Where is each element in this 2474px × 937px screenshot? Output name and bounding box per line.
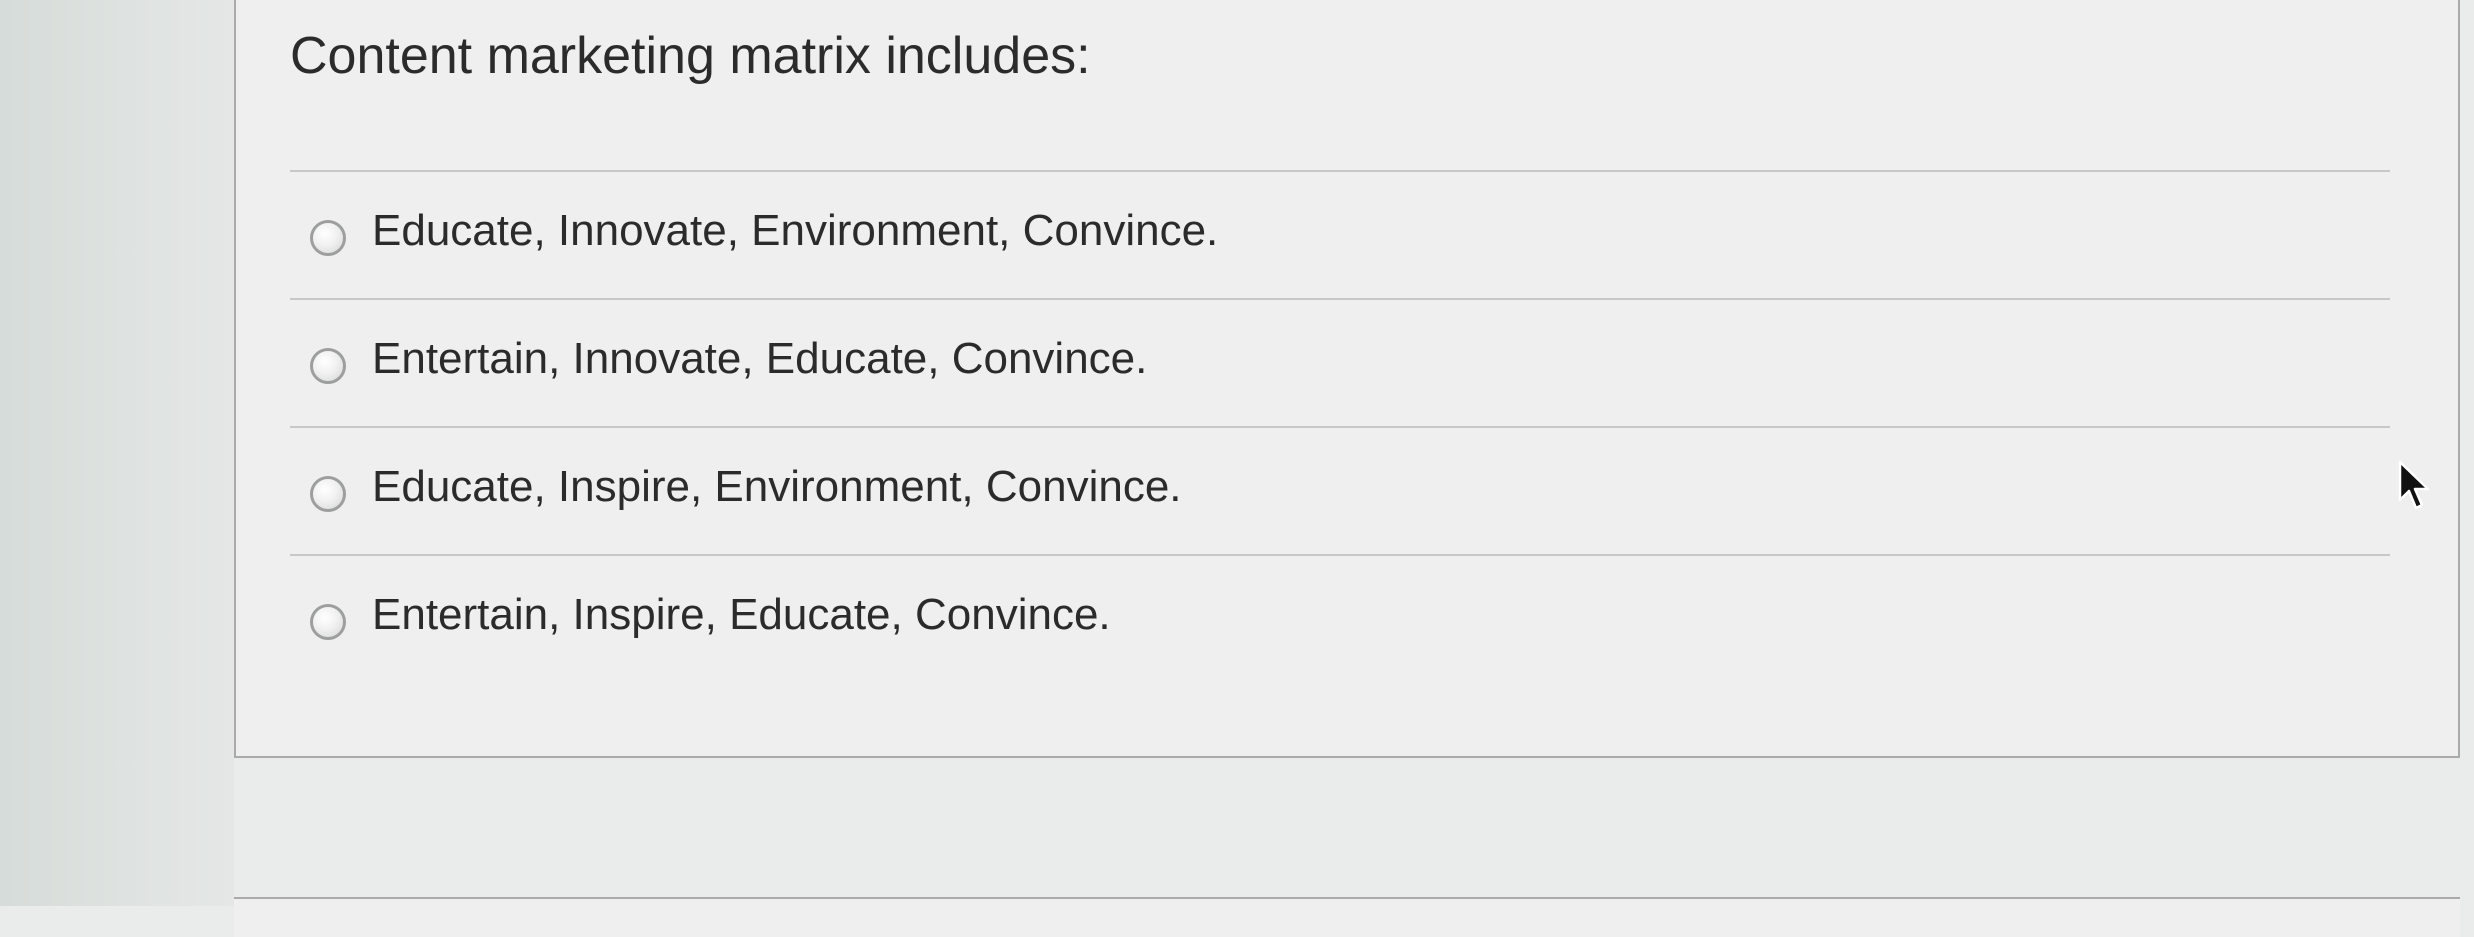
mouse-pointer-icon bbox=[2398, 460, 2430, 510]
question-card: Content marketing matrix includes: Educa… bbox=[234, 0, 2460, 758]
question-title: Content marketing matrix includes: bbox=[290, 27, 1091, 85]
answer-option-1[interactable]: Educate, Innovate, Environment, Convince… bbox=[290, 170, 2390, 298]
radio-unselected-icon[interactable] bbox=[310, 476, 346, 512]
radio-unselected-icon[interactable] bbox=[310, 220, 346, 256]
radio-unselected-icon[interactable] bbox=[310, 348, 346, 384]
answer-option-label[interactable]: Entertain, Innovate, Educate, Convince. bbox=[372, 334, 1147, 384]
radio-unselected-icon[interactable] bbox=[310, 604, 346, 640]
answer-option-4[interactable]: Entertain, Inspire, Educate, Convince. bbox=[290, 554, 2390, 682]
answer-option-label[interactable]: Entertain, Inspire, Educate, Convince. bbox=[372, 590, 1111, 640]
next-question-card bbox=[234, 897, 2460, 937]
answer-option-2[interactable]: Entertain, Innovate, Educate, Convince. bbox=[290, 298, 2390, 426]
answer-option-label[interactable]: Educate, Innovate, Environment, Convince… bbox=[372, 206, 1218, 256]
page-margin bbox=[0, 0, 234, 906]
answer-option-label[interactable]: Educate, Inspire, Environment, Convince. bbox=[372, 462, 1182, 512]
answer-options: Educate, Innovate, Environment, Convince… bbox=[290, 170, 2390, 682]
answer-option-3[interactable]: Educate, Inspire, Environment, Convince. bbox=[290, 426, 2390, 554]
